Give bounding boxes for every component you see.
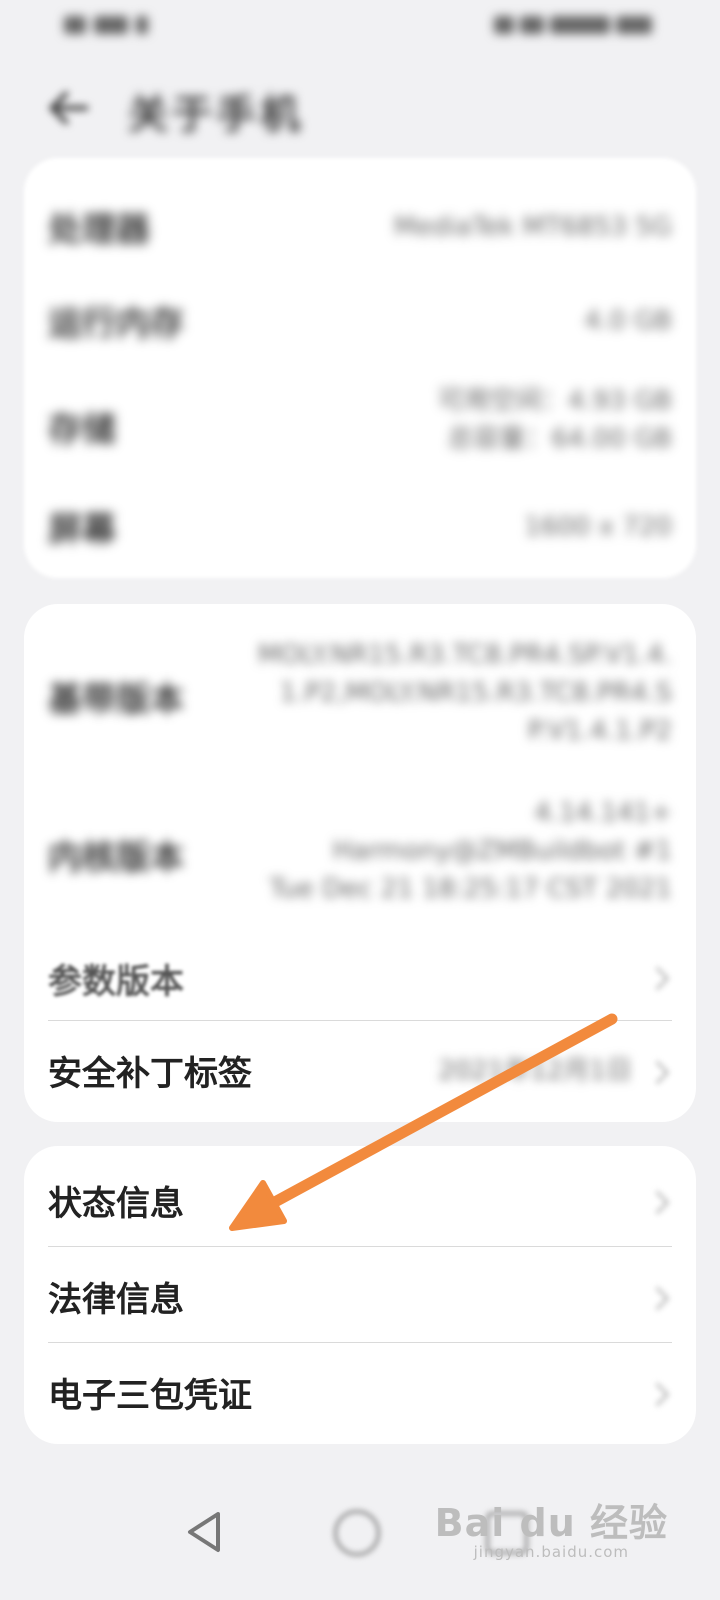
battery-icon — [452, 14, 652, 36]
baseband-label: 基带版本 — [48, 680, 184, 720]
storage-available: 可用空间：4.93 GB — [437, 386, 672, 416]
kernel-line-1: 4.14.141+ — [534, 798, 672, 828]
divider — [48, 1342, 672, 1343]
storage-label: 存储 — [48, 410, 116, 450]
screen-value: 1600 x 720 — [524, 512, 672, 542]
ram-value: 4.0 GB — [584, 306, 672, 336]
status-info-label: 状态信息 — [48, 1184, 184, 1224]
kernel-line-2: Harmony@ZMBuildbot #1 — [332, 836, 672, 866]
signal-icon — [64, 14, 194, 36]
parameter-version-label: 参数版本 — [48, 962, 184, 1002]
security-patch-label: 安全补丁标签 — [48, 1054, 252, 1094]
baseband-line-2: 1.P2,MOLY.NR15.R3.TC8.PR4.S — [279, 678, 672, 708]
status-bar — [0, 0, 720, 50]
kernel-line-3: Tue Dec 21 18:25:17 CST 2021 — [269, 874, 672, 904]
ram-row: 运行内存 4.0 GB — [24, 292, 696, 352]
navigation-bar: Bai du 经验 jingyan.baidu.com — [0, 1480, 720, 1580]
chevron-right-icon — [645, 1382, 670, 1407]
security-patch-value: 2021年12月1日 — [438, 1056, 632, 1086]
processor-value: MediaTek MT6853 5G — [393, 212, 672, 242]
baseband-line-1: MOLY.NR15.R3.TC8.PR4.SP.V1.4. — [257, 640, 672, 670]
storage-row: 存储 可用空间：4.93 GB 总容量：64.00 GB — [24, 380, 696, 470]
screen-label: 屏幕 — [48, 510, 116, 550]
storage-value: 可用空间：4.93 GB 总容量：64.00 GB — [438, 382, 672, 458]
chevron-right-icon — [645, 1190, 670, 1215]
version-info-card: 基带版本 MOLY.NR15.R3.TC8.PR4.SP.V1.4. 1.P2,… — [24, 604, 696, 1122]
back-arrow-icon[interactable] — [44, 88, 92, 128]
device-info-card: 处理器 MediaTek MT6853 5G 运行内存 4.0 GB 存储 可用… — [24, 158, 696, 578]
circle-home-icon[interactable] — [334, 1510, 380, 1556]
baseband-value: MOLY.NR15.R3.TC8.PR4.SP.V1.4. 1.P2,MOLY.… — [232, 636, 672, 750]
baidu-jingyan-watermark: Bai du 经验 jingyan.baidu.com — [435, 1492, 668, 1561]
more-info-card: 状态信息 法律信息 电子三包凭证 — [24, 1146, 696, 1444]
divider — [48, 1246, 672, 1247]
warranty-certificate-label: 电子三包凭证 — [48, 1376, 252, 1416]
watermark-brand: Bai du 经验 — [434, 1501, 668, 1545]
triangle-back-icon[interactable] — [184, 1510, 224, 1558]
storage-total: 总容量：64.00 GB — [447, 424, 672, 454]
chevron-right-icon — [645, 1060, 670, 1085]
legal-info-label: 法律信息 — [48, 1280, 184, 1320]
screen-row: 屏幕 1600 x 720 — [24, 498, 696, 558]
kernel-label: 内核版本 — [48, 838, 184, 878]
processor-label: 处理器 — [48, 210, 150, 250]
page-header: 关于手机 — [0, 70, 720, 140]
kernel-row: 内核版本 4.14.141+ Harmony@ZMBuildbot #1 Tue… — [24, 786, 696, 916]
divider — [48, 1020, 672, 1021]
warranty-certificate-row[interactable]: 电子三包凭证 — [24, 1344, 696, 1438]
baseband-row: 基带版本 MOLY.NR15.R3.TC8.PR4.SP.V1.4. 1.P2,… — [24, 628, 696, 758]
ram-label: 运行内存 — [48, 304, 184, 344]
legal-info-row[interactable]: 法律信息 — [24, 1248, 696, 1342]
baseband-line-3: P.V1.4.1.P2 — [527, 716, 672, 746]
security-patch-row[interactable]: 安全补丁标签 2021年12月1日 — [24, 1022, 696, 1118]
chevron-right-icon — [645, 1286, 670, 1311]
kernel-value: 4.14.141+ Harmony@ZMBuildbot #1 Tue Dec … — [269, 794, 672, 908]
chevron-right-icon — [645, 966, 670, 991]
processor-row: 处理器 MediaTek MT6853 5G — [24, 198, 696, 258]
status-info-row[interactable]: 状态信息 — [24, 1152, 696, 1246]
parameter-version-row[interactable]: 参数版本 — [24, 934, 696, 1020]
page-title: 关于手机 — [128, 91, 304, 138]
